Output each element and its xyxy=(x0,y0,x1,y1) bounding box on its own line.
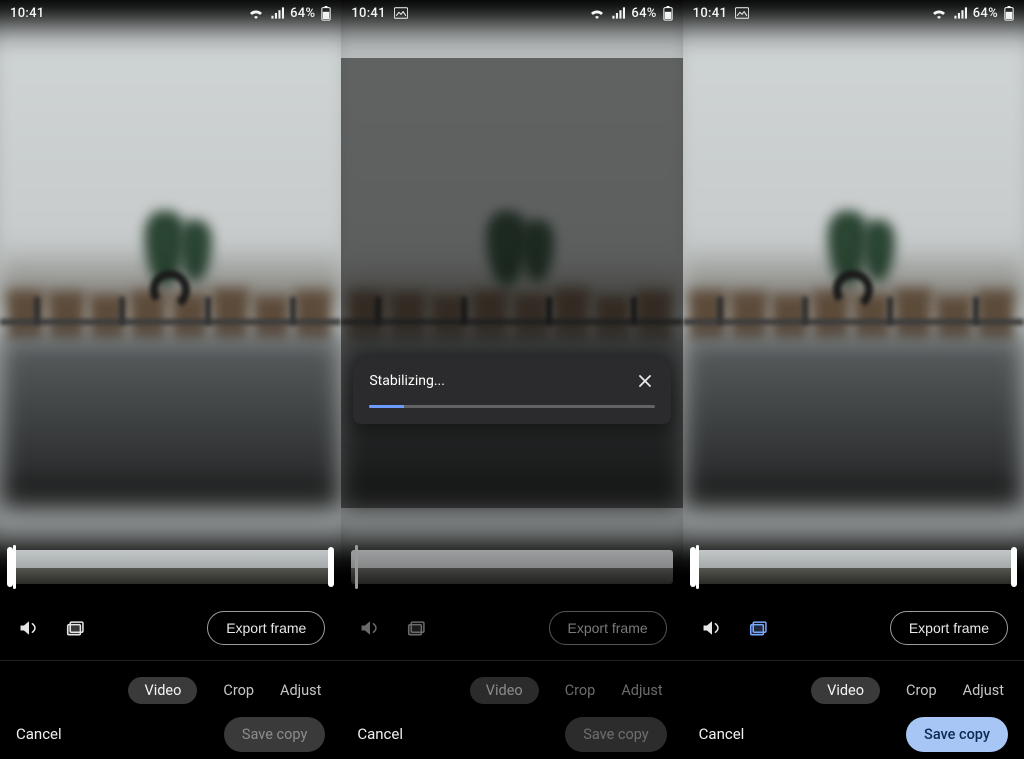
gallery-icon xyxy=(394,7,408,19)
status-bar: 10:41 64% xyxy=(341,0,682,26)
volume-icon xyxy=(357,615,383,641)
status-battery: 64% xyxy=(973,6,998,21)
tab-crop: Crop xyxy=(565,682,596,699)
video-controls-row: Export frame xyxy=(0,605,341,651)
signal-icon xyxy=(270,7,284,19)
video-timeline[interactable] xyxy=(10,550,331,584)
save-copy-button[interactable]: Save copy xyxy=(906,717,1008,752)
timeline-frames xyxy=(351,550,672,584)
signal-icon xyxy=(611,7,625,19)
video-preview[interactable] xyxy=(0,58,341,508)
wifi-icon xyxy=(931,7,947,19)
timeline-frames xyxy=(10,550,331,584)
video-controls-row: Export frame xyxy=(683,605,1024,651)
cancel-button[interactable]: Cancel xyxy=(357,725,403,743)
video-preview[interactable] xyxy=(341,58,682,508)
video-preview[interactable] xyxy=(683,58,1024,508)
cancel-button[interactable]: Cancel xyxy=(699,725,745,743)
tab-video[interactable]: Video xyxy=(128,677,197,704)
status-bar: 10:41 64% xyxy=(683,0,1024,26)
battery-icon xyxy=(663,6,673,21)
status-time: 10:41 xyxy=(351,6,385,21)
volume-icon[interactable] xyxy=(699,615,725,641)
screenshot-pane: 10:41 64% xyxy=(0,0,341,759)
status-battery: 64% xyxy=(631,6,656,21)
close-icon[interactable] xyxy=(635,371,655,391)
screenshot-pane: 10:41 64% xyxy=(341,0,682,759)
save-copy-button: Save copy xyxy=(224,717,325,752)
bottom-bar: Cancel Save copy xyxy=(341,709,682,759)
stabilize-icon[interactable] xyxy=(747,615,773,641)
volume-icon[interactable] xyxy=(16,615,42,641)
video-controls-row: Export frame xyxy=(341,605,682,651)
tab-adjust: Adjust xyxy=(621,682,662,699)
dim-overlay xyxy=(341,58,682,508)
tab-video[interactable]: Video xyxy=(811,677,880,704)
divider xyxy=(341,660,682,661)
tab-video: Video xyxy=(470,677,539,704)
edit-tabs: Video Crop Adjust xyxy=(0,674,341,706)
trim-handle-end[interactable] xyxy=(1011,547,1017,587)
status-battery: 64% xyxy=(290,6,315,21)
gallery-icon xyxy=(735,7,749,19)
screenshot-pane: 10:41 64% xyxy=(683,0,1024,759)
video-timeline[interactable] xyxy=(351,550,672,584)
divider xyxy=(0,660,341,661)
trim-handle-end[interactable] xyxy=(328,547,334,587)
tab-adjust[interactable]: Adjust xyxy=(963,682,1004,699)
tab-crop[interactable]: Crop xyxy=(906,682,937,699)
cancel-button[interactable]: Cancel xyxy=(16,725,62,743)
status-bar: 10:41 64% xyxy=(0,0,341,26)
status-time: 10:41 xyxy=(693,6,727,21)
progress-bar xyxy=(369,405,654,408)
scrubber[interactable] xyxy=(696,545,699,589)
bottom-bar: Cancel Save copy xyxy=(0,709,341,759)
scrubber[interactable] xyxy=(13,545,16,589)
divider xyxy=(683,660,1024,661)
tab-crop[interactable]: Crop xyxy=(223,682,254,699)
scrubber[interactable] xyxy=(355,545,358,589)
trim-handle-start[interactable] xyxy=(690,547,696,587)
save-copy-button: Save copy xyxy=(565,717,666,752)
dialog-label: Stabilizing... xyxy=(369,373,445,389)
bottom-bar: Cancel Save copy xyxy=(683,709,1024,759)
stabilizing-dialog: Stabilizing... xyxy=(353,357,670,424)
wifi-icon xyxy=(589,7,605,19)
export-frame-button: Export frame xyxy=(549,611,667,645)
edit-tabs: Video Crop Adjust xyxy=(341,674,682,706)
timeline-frames xyxy=(693,550,1014,584)
tab-adjust[interactable]: Adjust xyxy=(280,682,321,699)
wifi-icon xyxy=(248,7,264,19)
video-timeline[interactable] xyxy=(693,550,1014,584)
signal-icon xyxy=(953,7,967,19)
battery-icon xyxy=(321,6,331,21)
status-time: 10:41 xyxy=(10,6,44,21)
export-frame-button[interactable]: Export frame xyxy=(207,611,325,645)
edit-tabs: Video Crop Adjust xyxy=(683,674,1024,706)
stabilize-icon[interactable] xyxy=(64,615,90,641)
battery-icon xyxy=(1004,6,1014,21)
trim-handle-start[interactable] xyxy=(7,547,13,587)
stabilize-icon xyxy=(405,615,431,641)
export-frame-button[interactable]: Export frame xyxy=(890,611,1008,645)
